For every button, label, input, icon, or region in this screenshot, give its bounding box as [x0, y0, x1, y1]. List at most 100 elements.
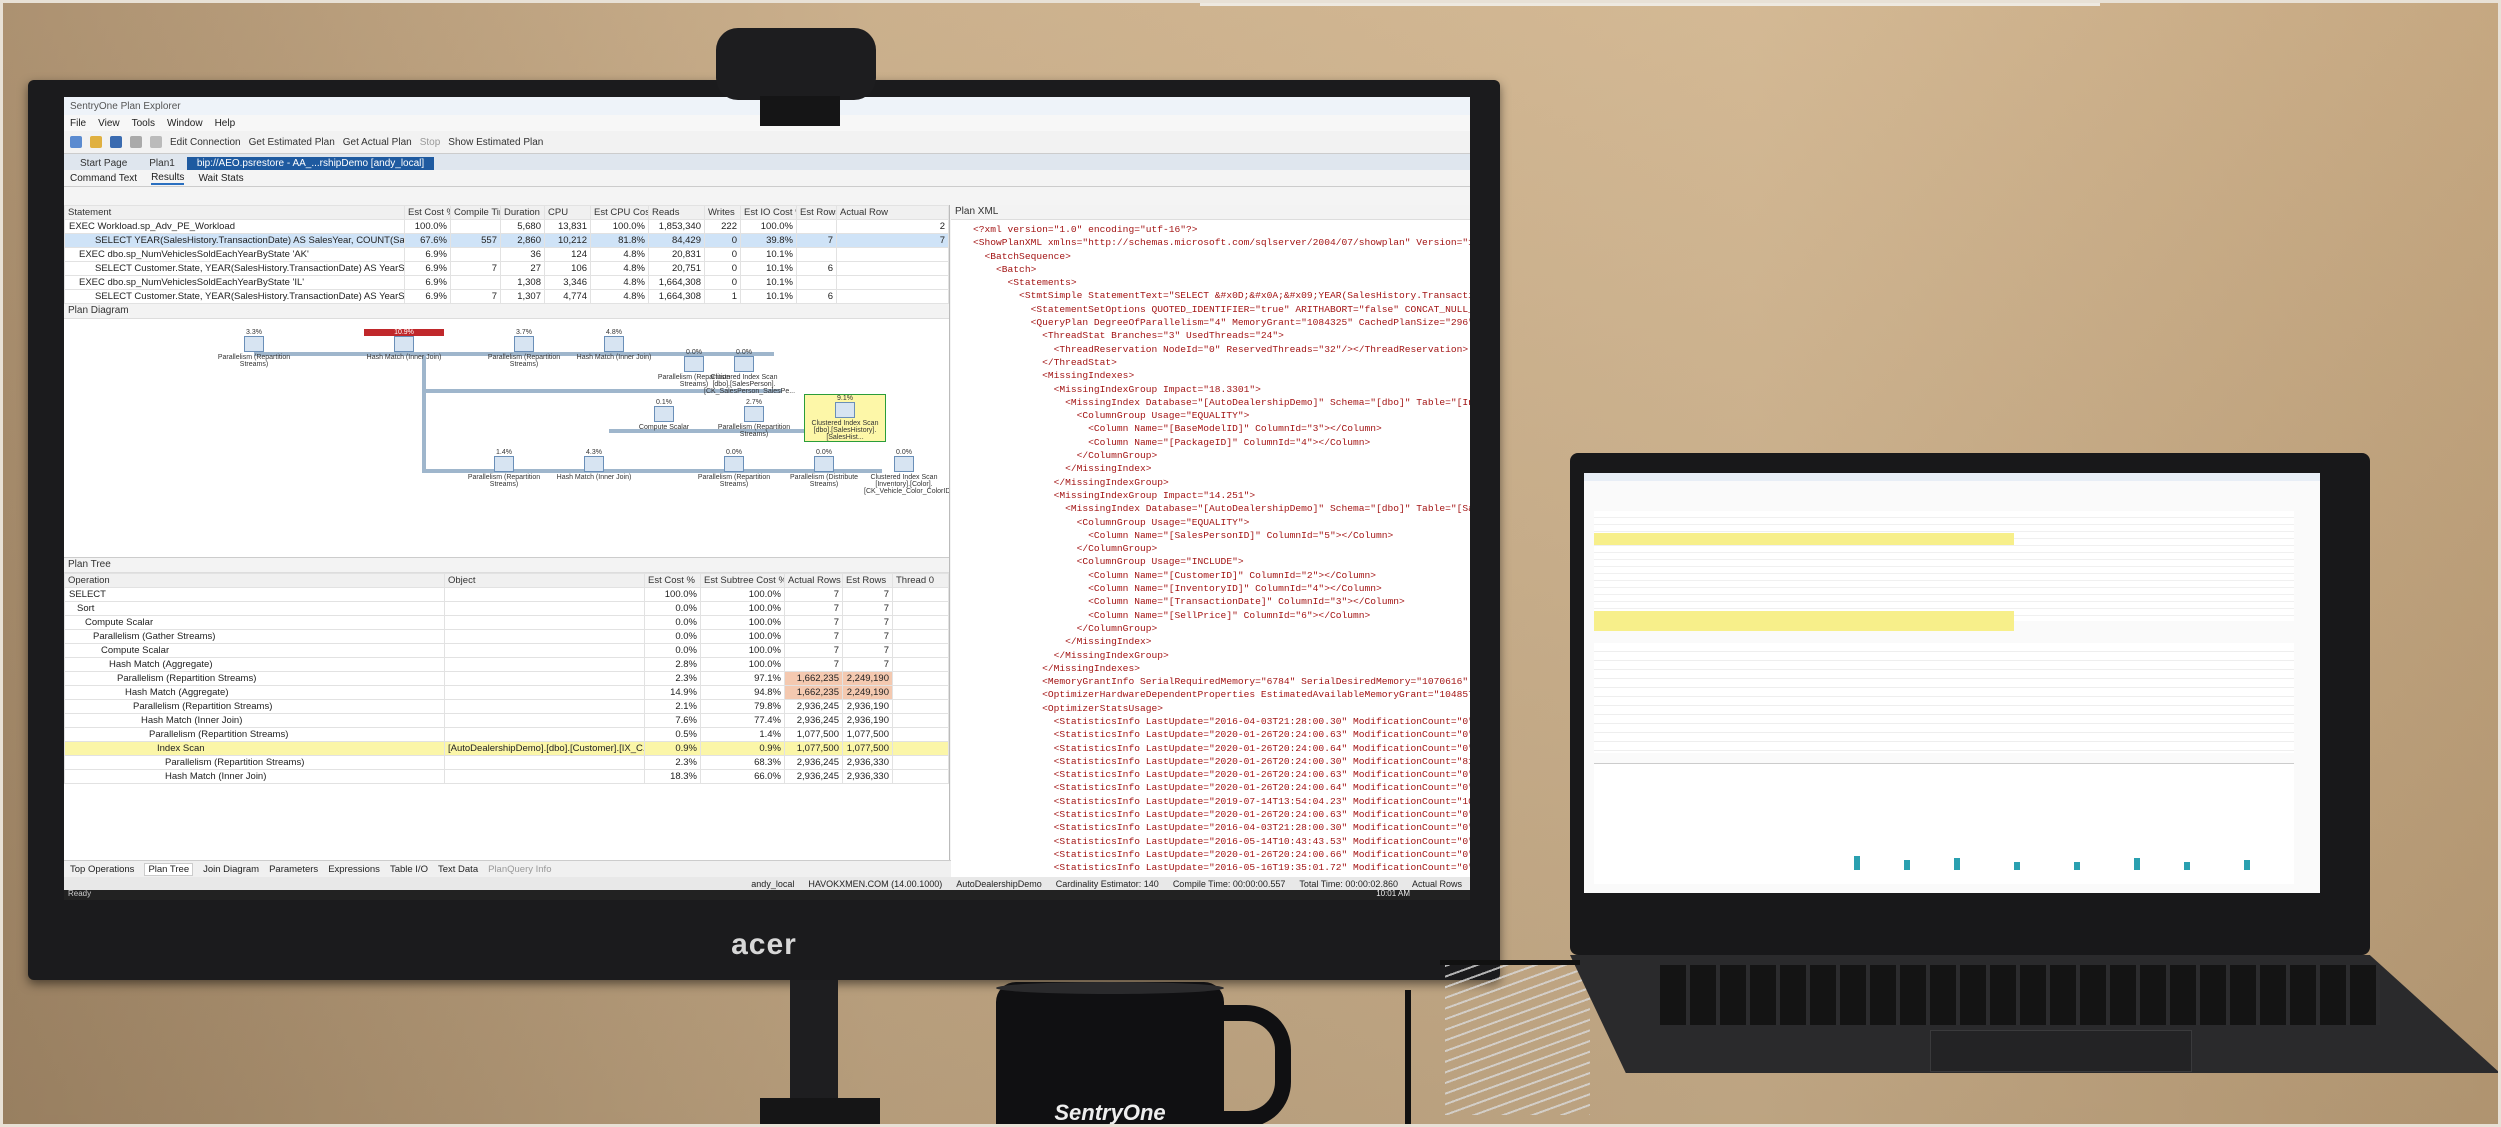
save-icon[interactable] — [110, 136, 122, 148]
col-est-subtree-cost[interactable]: Est Subtree Cost % — [700, 573, 785, 588]
plan-tree-row[interactable]: Parallelism (Repartition Streams) 2.3% 97.… — [64, 671, 949, 686]
plan-node[interactable]: 0.0% Clustered Index Scan [Inventory].[Co… — [864, 449, 949, 495]
menu-file[interactable]: File — [70, 118, 86, 129]
plan-diagram-title: Plan Diagram — [64, 304, 949, 319]
plan-node[interactable]: 9.1% Clustered Index Scan [dbo].[SalesHis… — [804, 394, 886, 442]
plan-tree-row[interactable]: Index Scan [AutoDealershipDemo].[dbo].[Cu… — [64, 741, 949, 756]
plan-node[interactable]: 1.4% Parallelism (Repartition Streams) — [464, 449, 544, 488]
tab-parameters[interactable]: Parameters — [269, 864, 318, 875]
copy-icon[interactable] — [150, 136, 162, 148]
get-estimated-plan-button[interactable]: Get Estimated Plan — [249, 137, 335, 148]
col-est-cost[interactable]: Est Cost % — [644, 573, 701, 588]
tab-active-document[interactable]: bip://AEO.psrestore - AA_...rshipDemo [a… — [186, 157, 435, 170]
col-est-io-cost[interactable]: Est IO Cost % — [740, 205, 797, 220]
menu-window[interactable]: Window — [167, 118, 203, 129]
col-est-rows[interactable]: Est Rows — [842, 573, 893, 588]
tab-expressions[interactable]: Expressions — [328, 864, 380, 875]
xml-line: <QueryPlan DegreeOfParallelism="4" Memor… — [973, 317, 1470, 329]
plan-tree-cell: 100.0% — [700, 643, 785, 658]
plan-node[interactable]: 3.7% Parallelism (Repartition Streams) — [484, 329, 564, 368]
plan-tree-row[interactable]: Parallelism (Repartition Streams) 2.3% 68.… — [64, 755, 949, 770]
xml-line: <Batch> — [973, 263, 1037, 275]
tab-table-io[interactable]: Table I/O — [390, 864, 428, 875]
plan-tree-row[interactable]: Parallelism (Repartition Streams) 0.5% 1.4… — [64, 727, 949, 742]
statement-cell: SELECT YEAR(SalesHistory.TransactionDate… — [64, 233, 405, 248]
col-actual-rows[interactable]: Actual Rows — [784, 573, 843, 588]
col-est-rows[interactable]: Est Rows — [796, 205, 837, 220]
col-est-cpu-cost[interactable]: Est CPU Cost % — [590, 205, 649, 220]
plan-tree-row[interactable]: Compute Scalar 0.0% 100.0% 7 7 — [64, 615, 949, 630]
col-thread[interactable]: Thread 0 — [892, 573, 949, 588]
plan-node[interactable]: 3.3% Parallelism (Repartition Streams) — [214, 329, 294, 368]
tab-command-text[interactable]: Command Text — [70, 173, 137, 184]
tab-plan-tree[interactable]: Plan Tree — [144, 862, 194, 876]
statement-row[interactable]: EXEC dbo.sp_NumVehiclesSoldEachYearBySta… — [64, 275, 949, 290]
plan-tree-cell: 14.9% — [644, 685, 701, 700]
tab-top-operations[interactable]: Top Operations — [70, 864, 134, 875]
tab-start-page[interactable]: Start Page — [70, 157, 137, 170]
col-reads[interactable]: Reads — [648, 205, 705, 220]
plan-node[interactable]: 0.0% Clustered Index Scan [dbo].[SalesPer… — [704, 349, 795, 395]
plan-tree-row[interactable]: Hash Match (Inner Join) 18.3% 66.0% 2,936,2… — [64, 769, 949, 784]
laptop-trackpad — [1930, 1030, 2192, 1072]
plan-xml-text[interactable]: <?xml version="1.0" encoding="utf-16"?> <… — [951, 220, 1470, 888]
plan-node[interactable]: 0.0% Parallelism (Distribute Streams) — [784, 449, 864, 488]
plan-node-cost: 4.8% — [606, 329, 622, 336]
plan-tree-row[interactable]: Parallelism (Gather Streams) 0.0% 100.0% 7 7 — [64, 629, 949, 644]
tab-join-diagram[interactable]: Join Diagram — [203, 864, 259, 875]
edit-connection-button[interactable]: Edit Connection — [170, 137, 241, 148]
new-icon[interactable] — [70, 136, 82, 148]
show-estimated-plan-button[interactable]: Show Estimated Plan — [448, 137, 543, 148]
plan-node-label: Hash Match (Inner Join) — [576, 354, 652, 361]
tab-planquery-info[interactable]: PlanQuery Info — [488, 864, 551, 875]
col-operation[interactable]: Operation — [64, 573, 445, 588]
col-writes[interactable]: Writes — [704, 205, 741, 220]
plan-tree-row[interactable]: Parallelism (Repartition Streams) 2.1% 79.… — [64, 699, 949, 714]
statement-row[interactable]: SELECT Customer.State, YEAR(SalesHistory… — [64, 289, 949, 304]
col-duration[interactable]: Duration — [500, 205, 545, 220]
status-compile-time: Compile Time: 00:00:00.557 — [1172, 878, 1286, 889]
menu-tools[interactable]: Tools — [132, 118, 155, 129]
plan-tree-row[interactable]: Sort 0.0% 100.0% 7 7 — [64, 601, 949, 616]
cut-icon[interactable] — [130, 136, 142, 148]
statement-cell: 0 — [704, 233, 741, 248]
tab-wait-stats[interactable]: Wait Stats — [198, 173, 243, 184]
plan-node[interactable]: 2.7% Parallelism (Repartition Streams) — [714, 399, 794, 438]
plan-tree-cell: 7 — [784, 601, 843, 616]
plan-node[interactable]: 0.1% Compute Scalar — [624, 399, 704, 431]
menu-help[interactable]: Help — [215, 118, 236, 129]
plan-node[interactable]: 10.9% Hash Match (Inner Join) — [364, 329, 444, 361]
plan-tree-row[interactable]: Hash Match (Inner Join) 7.6% 77.4% 2,936,24… — [64, 713, 949, 728]
plan-tree-cell: 2.8% — [644, 657, 701, 672]
tab-text-data[interactable]: Text Data — [438, 864, 478, 875]
plan-tree-row[interactable]: SELECT 100.0% 100.0% 7 7 — [64, 587, 949, 602]
statement-cell: 1,307 — [500, 289, 545, 304]
col-compile-time[interactable]: Compile Time — [450, 205, 501, 220]
col-est-cost[interactable]: Est Cost % — [404, 205, 451, 220]
tab-plan1[interactable]: Plan1 — [139, 157, 185, 170]
plan-node[interactable]: 4.8% Hash Match (Inner Join) — [574, 329, 654, 361]
plan-tree-row[interactable]: Hash Match (Aggregate) 14.9% 94.8% 1,662,23… — [64, 685, 949, 700]
statement-row[interactable]: EXEC dbo.sp_NumVehiclesSoldEachYearBySta… — [64, 247, 949, 262]
stop-button[interactable]: Stop — [420, 137, 441, 148]
menu-view[interactable]: View — [98, 118, 120, 129]
col-actual-rows[interactable]: Actual Row — [836, 205, 949, 220]
plan-tree-cell: 0.9% — [700, 741, 785, 756]
statement-row[interactable]: EXEC Workload.sp_Adv_PE_Workload 100.0% 5,… — [64, 219, 949, 234]
get-actual-plan-button[interactable]: Get Actual Plan — [343, 137, 412, 148]
open-icon[interactable] — [90, 136, 102, 148]
statement-row[interactable]: SELECT Customer.State, YEAR(SalesHistory… — [64, 261, 949, 276]
statement-row[interactable]: SELECT YEAR(SalesHistory.TransactionDate… — [64, 233, 949, 248]
col-cpu[interactable]: CPU — [544, 205, 591, 220]
col-statement[interactable]: Statement — [64, 205, 405, 220]
status-server: HAVOKXMEN.COM (14.00.1000) — [808, 878, 943, 889]
plan-tree-row[interactable]: Compute Scalar 0.0% 100.0% 7 7 — [64, 643, 949, 658]
plan-tree-row[interactable]: Hash Match (Aggregate) 2.8% 100.0% 7 7 — [64, 657, 949, 672]
plan-node[interactable]: 4.3% Hash Match (Inner Join) — [554, 449, 634, 481]
plan-node-label: Parallelism (Distribute Streams) — [789, 474, 859, 488]
operator-icon — [494, 456, 514, 472]
plan-node[interactable]: 0.0% Parallelism (Repartition Streams) — [694, 449, 774, 488]
plan-tree-cell: 0.0% — [644, 601, 701, 616]
col-object[interactable]: Object — [444, 573, 645, 588]
tab-results[interactable]: Results — [151, 172, 185, 185]
